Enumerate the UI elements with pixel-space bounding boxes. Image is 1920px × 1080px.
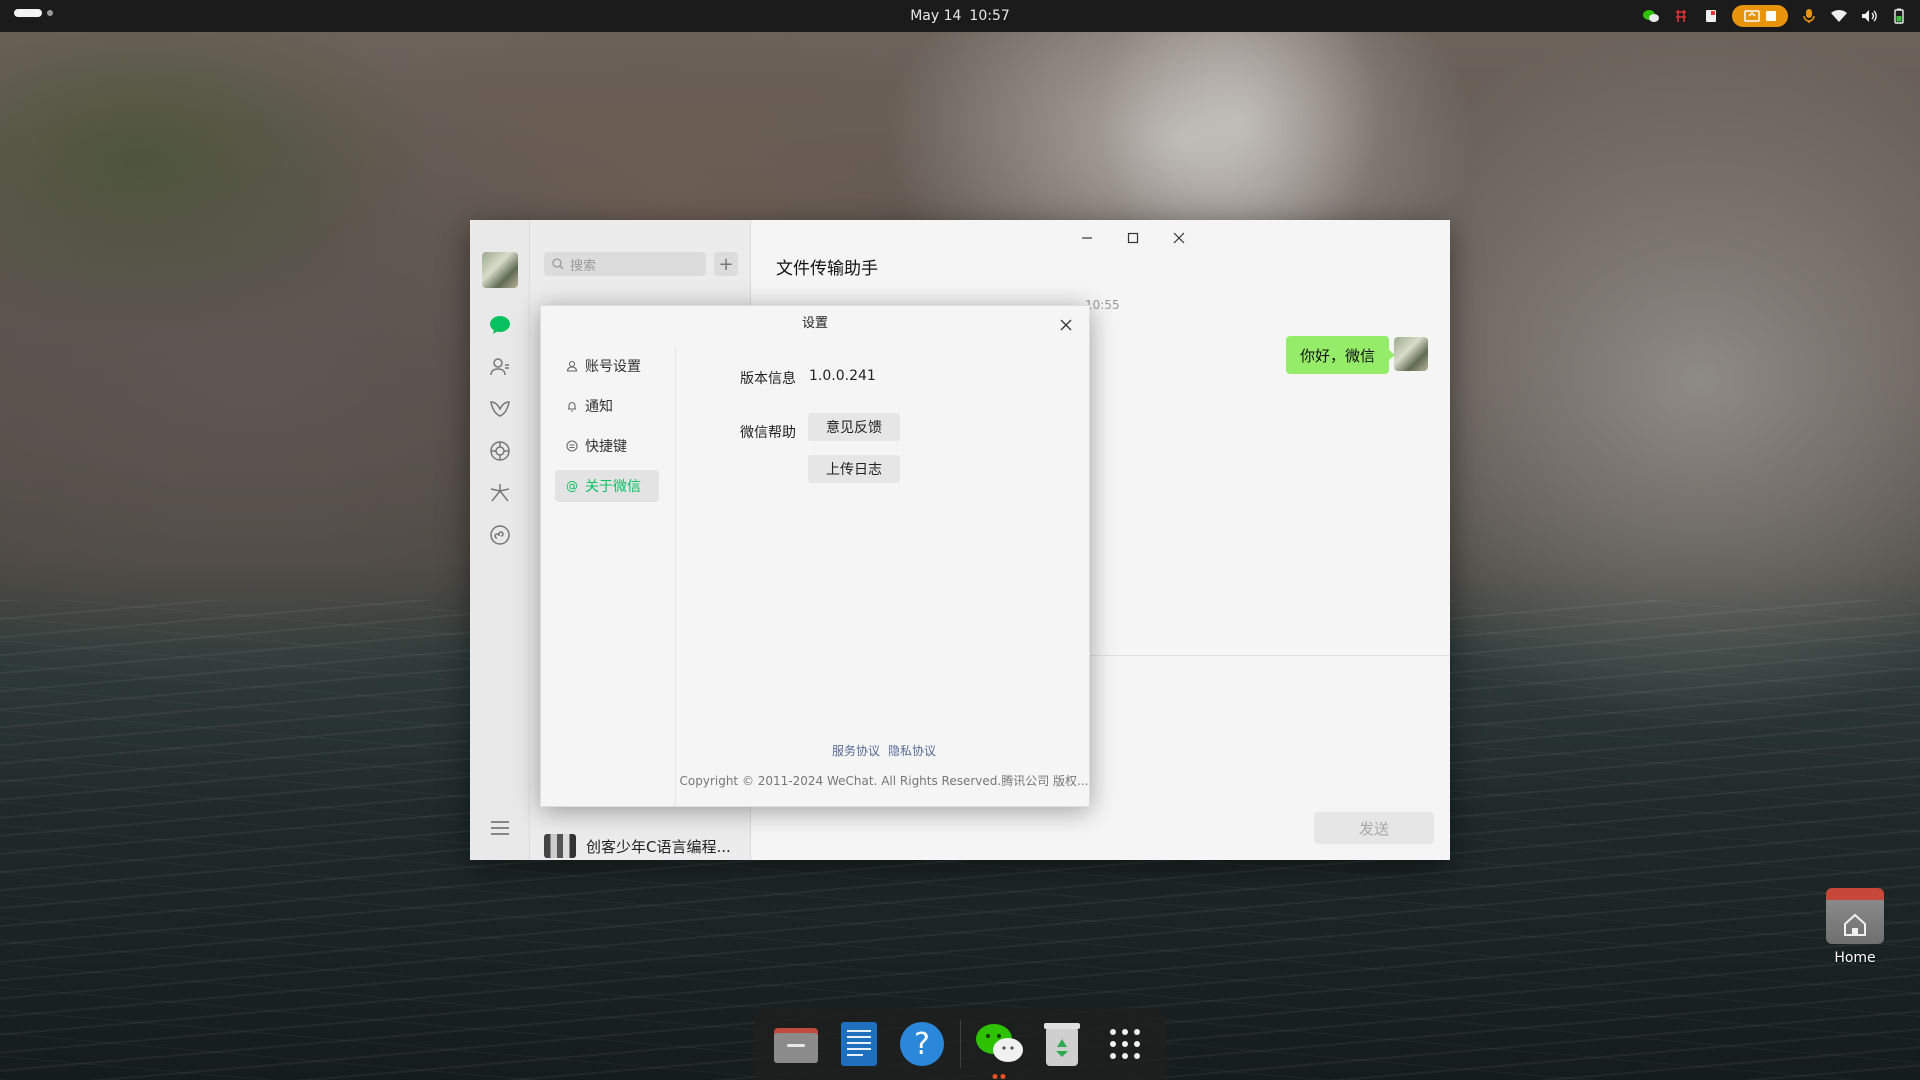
nav-label: 通知 [585,399,613,415]
search-placeholder: 搜索 [570,258,597,274]
contacts-icon[interactable] [485,352,515,382]
nav-account-settings[interactable]: 账号设置 [555,350,659,382]
home-folder-icon [1826,888,1884,944]
clipboard-icon[interactable] [1702,7,1720,25]
maximize-button[interactable] [1116,226,1150,250]
help-label: 微信帮助 [740,425,796,441]
wallpaper-foliage [0,30,460,350]
nav-label: 快捷键 [585,439,627,455]
running-indicator [992,1074,1005,1079]
clock-date: May 14 [910,8,962,24]
dock-separator [959,1020,961,1068]
settings-title: 设置 [801,316,828,331]
wechat-tray-icon[interactable] [1642,7,1660,25]
volume-icon[interactable] [1860,7,1878,25]
top-bar: May 14 10:57 [0,0,1920,32]
home-label: Home [1834,950,1876,966]
nav-label: 关于微信 [585,479,641,495]
upload-log-button[interactable]: 上传日志 [808,455,900,483]
screen-record-indicator[interactable] [1732,5,1788,27]
version-label: 版本信息 [740,371,796,387]
at-icon: @ [566,479,578,493]
channels-icon[interactable] [485,478,515,508]
app-grid-icon[interactable] [1100,1019,1150,1069]
add-button[interactable]: + [714,252,738,276]
wechat-icon[interactable] [974,1019,1024,1079]
chat-item-name: 创客少年C语言编程... [586,837,731,856]
keyboard-icon [565,439,579,453]
text-editor-icon[interactable] [834,1019,884,1069]
chat-title: 文件传输助手 [776,259,878,279]
clock[interactable]: May 14 10:57 [0,0,1920,32]
microphone-icon[interactable] [1800,7,1818,25]
clock-time: 10:57 [969,8,1010,24]
feedback-button[interactable]: 意见反馈 [808,413,900,441]
list-item[interactable]: 创客少年C语言编程... [544,834,744,858]
moments-icon[interactable] [485,436,515,466]
settings-close-button[interactable] [1055,314,1077,336]
chat-icon[interactable] [485,310,515,340]
privacy-agreement-link[interactable]: 隐私协议 [888,742,936,759]
message-avatar[interactable] [1394,337,1428,371]
wechat-nav-rail [470,220,530,860]
nav-notifications[interactable]: 通知 [555,390,659,422]
help-icon[interactable]: ? [897,1019,947,1069]
files-icon[interactable] [771,1019,821,1069]
menu-icon[interactable] [487,815,513,841]
workspace-pill-icon [14,9,42,17]
minimize-button[interactable] [1070,226,1104,250]
user-icon [565,359,579,373]
nav-shortcuts[interactable]: 快捷键 [555,430,659,462]
user-avatar[interactable] [482,252,518,288]
svg-text:?: ? [914,1027,930,1062]
message-bubble[interactable]: 你好，微信 [1286,336,1396,374]
version-value: 1.0.0.241 [809,368,876,384]
input-divider [1090,655,1450,656]
search-input[interactable]: 搜索 [544,252,706,276]
message-time: 10:55 [1085,298,1120,312]
settings-nav: 账号设置 通知 快捷键 @ 关于微信 [541,346,676,806]
search-icon [552,258,564,270]
nav-about-wechat[interactable]: @ 关于微信 [555,470,659,502]
nav-label: 账号设置 [585,359,641,375]
dock: ? [754,1008,1166,1080]
desktop-home-folder[interactable]: Home [1822,888,1888,984]
service-agreement-link[interactable]: 服务协议 [832,742,880,759]
trash-icon[interactable] [1037,1019,1087,1069]
activities-button[interactable] [14,9,53,17]
agreement-links: 服务协议 隐私协议 [679,742,1089,759]
settings-dialog: 设置 账号设置 通知 快捷键 @ 关于微信 版本信息 1.0.0.241 微信帮… [540,305,1090,807]
system-tray [1642,0,1908,32]
send-button[interactable]: 发送 [1314,812,1434,844]
workspace-dot-icon [47,10,53,16]
battery-icon[interactable] [1890,7,1908,25]
wifi-icon[interactable] [1830,7,1848,25]
input-method-icon[interactable] [1672,7,1690,25]
favorites-icon[interactable] [485,394,515,424]
close-icon [1060,319,1072,331]
close-window-button[interactable] [1162,226,1196,250]
chat-thumbnail [544,834,576,858]
mini-programs-icon[interactable] [485,520,515,550]
bell-icon [565,399,579,413]
copyright-text: Copyright © 2011-2024 WeChat. All Rights… [679,774,1089,788]
